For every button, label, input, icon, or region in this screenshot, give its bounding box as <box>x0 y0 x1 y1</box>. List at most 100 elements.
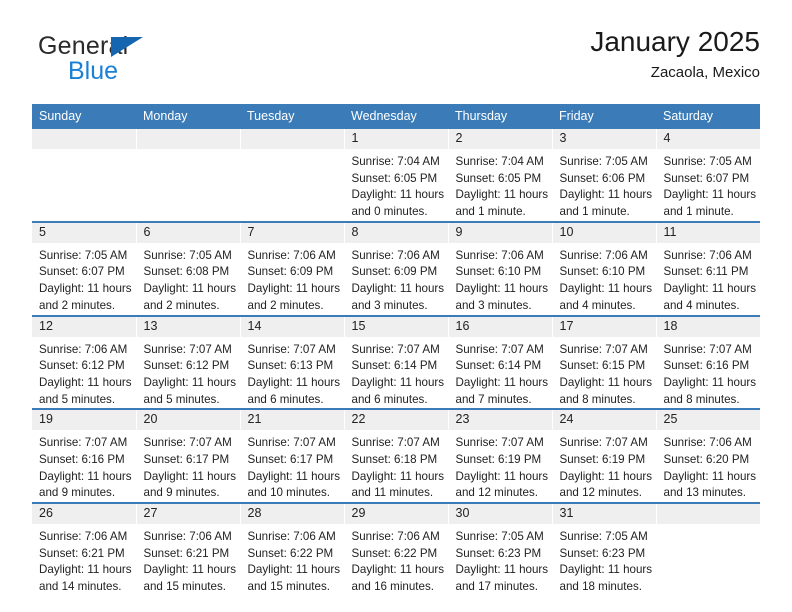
sunset-text: Sunset: 6:23 PM <box>559 546 646 560</box>
sunrise-text: Sunrise: 7:07 AM <box>351 436 440 450</box>
sunrise-text: Sunrise: 7:04 AM <box>351 155 440 168</box>
sunrise-text: Sunrise: 7:07 AM <box>143 342 232 356</box>
sunrise-text: Sunrise: 7:05 AM <box>143 248 232 262</box>
day-details: Sunrise: 7:07 AM Sunset: 6:16 PM Dayligh… <box>32 430 136 502</box>
daylight-text-line1: Daylight: 11 hours <box>559 469 653 483</box>
day-cell[interactable]: 22 Sunrise: 7:07 AM Sunset: 6:18 PM Dayl… <box>344 408 449 503</box>
day-cell[interactable]: 25 Sunrise: 7:06 AM Sunset: 6:20 PM Dayl… <box>656 408 760 503</box>
day-cell[interactable]: 7 Sunrise: 7:06 AM Sunset: 6:09 PM Dayli… <box>240 220 345 316</box>
sunset-text: Sunset: 6:16 PM <box>663 359 750 373</box>
sunset-text: Sunset: 6:07 PM <box>39 265 125 279</box>
day-cell[interactable]: 23 Sunrise: 7:07 AM Sunset: 6:19 PM Dayl… <box>448 408 553 503</box>
day-cell[interactable]: 4 Sunrise: 7:05 AM Sunset: 6:07 PM Dayli… <box>656 129 760 222</box>
day-cell[interactable]: 8 Sunrise: 7:06 AM Sunset: 6:09 PM Dayli… <box>344 220 449 316</box>
day-cell[interactable]: 12 Sunrise: 7:06 AM Sunset: 6:12 PM Dayl… <box>32 314 137 410</box>
day-cell[interactable]: 31 Sunrise: 7:05 AM Sunset: 6:23 PM Dayl… <box>552 502 657 596</box>
daylight-text-line1: Daylight: 11 hours <box>143 375 237 389</box>
weekday-header-monday: Monday <box>136 104 240 129</box>
day-details: Sunrise: 7:06 AM Sunset: 6:09 PM Dayligh… <box>241 243 344 315</box>
day-cell[interactable]: 29 Sunrise: 7:06 AM Sunset: 6:22 PM Dayl… <box>344 502 449 596</box>
day-number: 7 <box>240 222 344 243</box>
day-number: 2 <box>448 129 552 149</box>
day-details: Sunrise: 7:07 AM Sunset: 6:15 PM Dayligh… <box>553 337 656 409</box>
day-cell[interactable]: 20 Sunrise: 7:07 AM Sunset: 6:17 PM Dayl… <box>136 408 241 503</box>
day-details: Sunrise: 7:07 AM Sunset: 6:14 PM Dayligh… <box>449 337 552 409</box>
day-cell[interactable]: 15 Sunrise: 7:07 AM Sunset: 6:14 PM Dayl… <box>344 314 449 410</box>
day-cell[interactable]: 27 Sunrise: 7:06 AM Sunset: 6:21 PM Dayl… <box>136 502 241 596</box>
day-cell[interactable]: 2 Sunrise: 7:04 AM Sunset: 6:05 PM Dayli… <box>448 129 553 222</box>
daylight-text-line2: and 6 minutes. <box>247 392 324 406</box>
general-blue-logo[interactable]: General Blue <box>38 34 268 92</box>
day-cell[interactable] <box>136 129 241 222</box>
day-number <box>656 504 760 524</box>
weekday-header-row: Sunday Monday Tuesday Wednesday Thursday… <box>32 104 760 129</box>
daylight-text-line1: Daylight: 11 hours <box>39 469 132 483</box>
daylight-text-line2: and 11 minutes. <box>351 486 434 500</box>
day-cell[interactable]: 10 Sunrise: 7:06 AM Sunset: 6:10 PM Dayl… <box>552 220 657 316</box>
day-cell[interactable] <box>656 502 760 596</box>
day-cell[interactable]: 24 Sunrise: 7:07 AM Sunset: 6:19 PM Dayl… <box>552 408 657 503</box>
day-cell[interactable]: 17 Sunrise: 7:07 AM Sunset: 6:15 PM Dayl… <box>552 314 657 410</box>
day-cell[interactable]: 13 Sunrise: 7:07 AM Sunset: 6:12 PM Dayl… <box>136 314 241 410</box>
day-cell[interactable]: 19 Sunrise: 7:07 AM Sunset: 6:16 PM Dayl… <box>32 408 137 503</box>
daylight-text-line2: and 8 minutes. <box>663 392 740 406</box>
day-details: Sunrise: 7:05 AM Sunset: 6:07 PM Dayligh… <box>32 243 136 315</box>
daylight-text-line2: and 18 minutes. <box>559 580 643 594</box>
day-details: Sunrise: 7:05 AM Sunset: 6:23 PM Dayligh… <box>449 524 552 596</box>
daylight-text-line1: Daylight: 11 hours <box>663 469 757 483</box>
day-cell[interactable]: 28 Sunrise: 7:06 AM Sunset: 6:22 PM Dayl… <box>240 502 345 596</box>
day-details: Sunrise: 7:07 AM Sunset: 6:17 PM Dayligh… <box>241 430 344 502</box>
day-cell[interactable] <box>32 129 137 222</box>
weekday-header-tuesday: Tuesday <box>240 104 344 129</box>
day-number: 19 <box>32 410 136 431</box>
sunrise-text: Sunrise: 7:06 AM <box>663 248 752 262</box>
day-cell[interactable]: 1 Sunrise: 7:04 AM Sunset: 6:05 PM Dayli… <box>344 129 449 222</box>
day-number: 29 <box>344 504 448 524</box>
day-cell[interactable]: 21 Sunrise: 7:07 AM Sunset: 6:17 PM Dayl… <box>240 408 345 503</box>
day-cell[interactable]: 6 Sunrise: 7:05 AM Sunset: 6:08 PM Dayli… <box>136 220 241 316</box>
day-cell[interactable]: 30 Sunrise: 7:05 AM Sunset: 6:23 PM Dayl… <box>448 502 553 596</box>
daylight-text-line1: Daylight: 11 hours <box>559 188 653 202</box>
daylight-text-line1: Daylight: 11 hours <box>39 282 132 296</box>
page-title: January 2025 <box>590 26 760 57</box>
weekday-header-friday: Friday <box>552 104 656 129</box>
day-cell[interactable]: 3 Sunrise: 7:05 AM Sunset: 6:06 PM Dayli… <box>552 129 657 222</box>
day-cell[interactable]: 18 Sunrise: 7:07 AM Sunset: 6:16 PM Dayl… <box>656 314 760 410</box>
day-cell[interactable]: 14 Sunrise: 7:07 AM Sunset: 6:13 PM Dayl… <box>240 314 345 410</box>
day-cell[interactable]: 26 Sunrise: 7:06 AM Sunset: 6:21 PM Dayl… <box>32 502 137 596</box>
day-details: Sunrise: 7:06 AM Sunset: 6:09 PM Dayligh… <box>345 243 448 315</box>
day-details: Sunrise: 7:06 AM Sunset: 6:22 PM Dayligh… <box>345 524 448 596</box>
day-cell[interactable]: 16 Sunrise: 7:07 AM Sunset: 6:14 PM Dayl… <box>448 314 553 410</box>
daylight-text-line2: and 0 minutes. <box>351 205 428 219</box>
sunrise-text: Sunrise: 7:06 AM <box>351 530 440 543</box>
sunset-text: Sunset: 6:18 PM <box>351 452 438 466</box>
sunrise-text: Sunrise: 7:07 AM <box>559 342 648 356</box>
day-details: Sunrise: 7:07 AM Sunset: 6:13 PM Dayligh… <box>241 337 344 409</box>
day-cell[interactable]: 5 Sunrise: 7:05 AM Sunset: 6:07 PM Dayli… <box>32 220 137 316</box>
day-cell[interactable]: 9 Sunrise: 7:06 AM Sunset: 6:10 PM Dayli… <box>448 220 553 316</box>
sunset-text: Sunset: 6:06 PM <box>559 171 646 185</box>
day-number <box>32 129 136 149</box>
sunset-text: Sunset: 6:05 PM <box>455 171 542 185</box>
daylight-text-line2: and 9 minutes. <box>143 486 220 500</box>
calendar-head: Sunday Monday Tuesday Wednesday Thursday… <box>32 104 760 129</box>
daylight-text-line1: Daylight: 11 hours <box>351 188 445 202</box>
sunrise-text: Sunrise: 7:05 AM <box>663 155 752 168</box>
day-number: 31 <box>552 504 656 524</box>
day-details: Sunrise: 7:06 AM Sunset: 6:21 PM Dayligh… <box>32 524 136 596</box>
sunrise-text: Sunrise: 7:06 AM <box>247 530 336 543</box>
day-number <box>240 129 344 149</box>
day-number: 22 <box>344 410 448 431</box>
day-number: 11 <box>656 222 760 243</box>
sunrise-text: Sunrise: 7:05 AM <box>455 530 544 543</box>
day-number: 1 <box>344 129 448 149</box>
day-number: 5 <box>32 222 136 243</box>
day-number: 4 <box>656 129 760 149</box>
daylight-text-line2: and 13 minutes. <box>663 486 747 500</box>
daylight-text-line2: and 8 minutes. <box>559 392 636 406</box>
day-details: Sunrise: 7:06 AM Sunset: 6:22 PM Dayligh… <box>241 524 344 596</box>
daylight-text-line2: and 4 minutes. <box>663 298 740 312</box>
day-cell[interactable] <box>240 129 345 222</box>
day-number: 3 <box>552 129 656 149</box>
day-cell[interactable]: 11 Sunrise: 7:06 AM Sunset: 6:11 PM Dayl… <box>656 220 760 316</box>
